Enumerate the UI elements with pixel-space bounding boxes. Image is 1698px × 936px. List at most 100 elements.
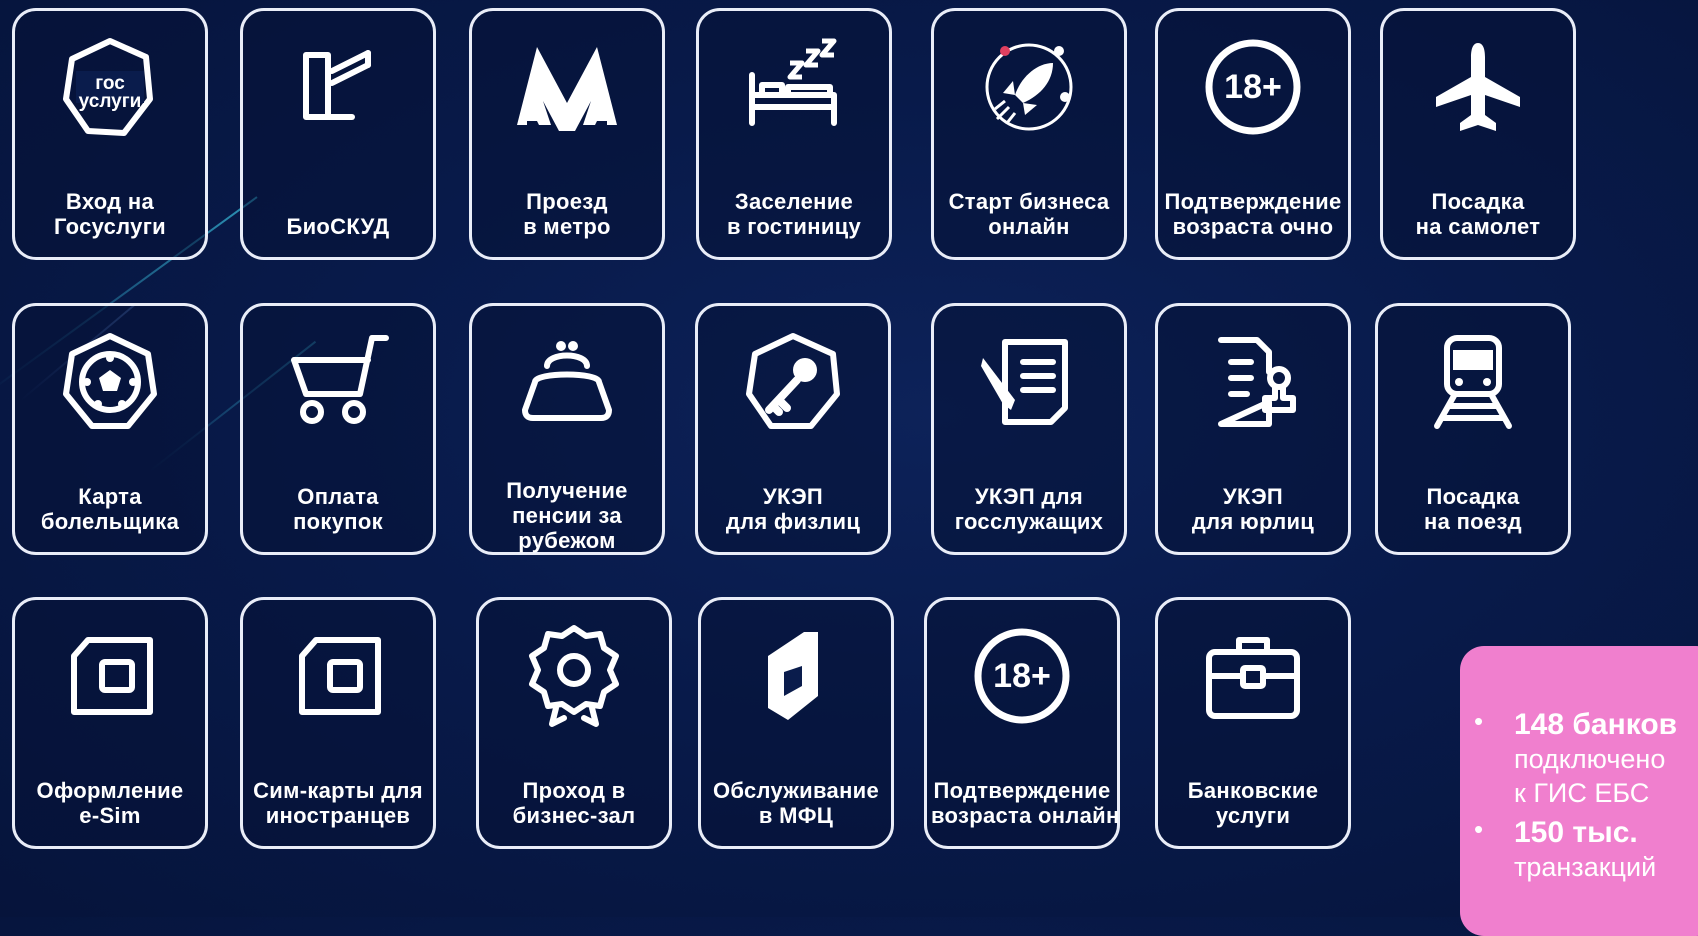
purse-icon — [472, 328, 662, 436]
service-label-line: рубежом — [518, 528, 616, 553]
service-label-line: возраста очно — [1172, 214, 1334, 239]
service-label-line: Карта — [78, 484, 142, 509]
service-tile-purse[interactable]: Получение пенсии за рубежом — [469, 303, 665, 555]
briefcase-icon-graphic — [1206, 637, 1300, 719]
service-label-line: УКЭП для — [974, 484, 1084, 509]
train-icon-graphic — [1434, 335, 1512, 429]
briefcase-icon — [1158, 622, 1348, 730]
service-label: УКЭП для юрлиц — [1162, 484, 1344, 534]
bed-zzz-icon-graphic — [749, 38, 837, 126]
mfc-logo-icon-graphic — [768, 632, 818, 720]
service-label: Подтверждение возраста онлайн — [931, 778, 1119, 828]
service-label: УКЭП для госслужащих — [938, 484, 1120, 534]
stat-caption: подключено — [1514, 744, 1666, 774]
logo-text-line: услуги — [78, 91, 142, 112]
service-tile-sim-card[interactable]: Сим-карты для иностранцев — [240, 597, 436, 849]
service-label-line: болельщика — [40, 509, 180, 534]
service-label: Банковские услуги — [1162, 778, 1344, 828]
mfc-logo-icon — [701, 622, 891, 730]
service-label-line: на самолет — [1415, 214, 1541, 239]
service-label: БиоСКУД — [247, 214, 429, 239]
service-tile-turnstile-barrier[interactable]: БиоСКУД — [240, 8, 436, 260]
service-label-line: для юрлиц — [1191, 509, 1315, 534]
stat-value: 150 тыс. — [1514, 816, 1638, 849]
service-tile-airplane[interactable]: Посадка на самолет — [1380, 8, 1576, 260]
service-label-line: Госуслуги — [54, 214, 166, 239]
bed-zzz-icon — [699, 33, 889, 141]
award-rosette-icon-graphic — [529, 625, 619, 727]
service-label-line: иностранцев — [265, 803, 411, 828]
service-tile-briefcase[interactable]: Банковские услуги — [1155, 597, 1351, 849]
metro-m-icon-graphic — [517, 47, 617, 131]
service-tile-document-pen[interactable]: УКЭП для госслужащих — [931, 303, 1127, 555]
turnstile-barrier-icon — [243, 33, 433, 141]
train-icon — [1378, 328, 1568, 436]
esim-card-icon — [15, 622, 205, 730]
service-label-line: e-Sim — [79, 803, 141, 828]
service-tile-bed-zzz[interactable]: Заселение в гостиницу — [696, 8, 892, 260]
banks-stats-list: 148 банков подключено к ГИС ЕБС 150 тыс.… — [1474, 706, 1678, 890]
service-label: Сим-карты для иностранцев — [247, 778, 429, 828]
service-label-line: Старт бизнеса — [948, 189, 1110, 214]
service-label: Оплата покупок — [247, 484, 429, 534]
service-label-line: Обслуживание — [712, 778, 880, 803]
service-label-line: покупок — [293, 509, 383, 534]
service-tile-document-stamp[interactable]: УКЭП для юрлиц — [1155, 303, 1351, 555]
service-label: Проезд в метро — [476, 189, 658, 239]
service-tile-age-18[interactable]: 18+ Подтверждение возраста онлайн — [924, 597, 1120, 849]
service-label-line: бизнес-зал — [512, 803, 636, 828]
service-tile-rocket[interactable]: Старт бизнеса онлайн — [931, 8, 1127, 260]
service-label-line: Проход в — [522, 778, 626, 803]
award-rosette-icon — [479, 622, 669, 730]
football-badge-icon — [15, 328, 205, 436]
service-label-line: на поезд — [1424, 509, 1522, 534]
stat-caption: транзакций — [1514, 852, 1657, 882]
esim-card-icon-graphic — [71, 637, 153, 715]
service-label-line: УКЭП — [1222, 484, 1284, 509]
service-tile-train[interactable]: Посадка на поезд — [1375, 303, 1571, 555]
service-tile-age-18[interactable]: 18+ Подтверждение возраста очно — [1155, 8, 1351, 260]
key-shield-icon-graphic — [746, 333, 840, 429]
service-tile-metro-m[interactable]: Проезд в метро — [469, 8, 665, 260]
service-label: Обслуживание в МФЦ — [705, 778, 887, 828]
service-label-line: в гостиницу — [726, 214, 862, 239]
service-tile-esim-card[interactable]: Оформление e-Sim — [12, 597, 208, 849]
service-tile-shopping-cart[interactable]: Оплата покупок — [240, 303, 436, 555]
service-label-line: Проезд — [526, 189, 608, 214]
service-label-line: Оформление — [36, 778, 184, 803]
service-label-line: Посадка — [1426, 484, 1520, 509]
shopping-cart-icon-graphic — [291, 335, 389, 424]
service-label-line: онлайн — [988, 214, 1070, 239]
service-tile-award-rosette[interactable]: Проход в бизнес-зал — [476, 597, 672, 849]
service-label: Старт бизнеса онлайн — [938, 189, 1120, 239]
service-label-line: Оплата — [297, 484, 379, 509]
service-label-line: пенсии за — [512, 503, 622, 528]
document-stamp-icon-graphic — [1218, 337, 1296, 427]
service-tile-key-shield[interactable]: УКЭП для физлиц — [695, 303, 891, 555]
service-tile-gosuslugi-logo[interactable]: гос услуги Вход на Госуслуги — [12, 8, 208, 260]
service-label-line: в метро — [523, 214, 611, 239]
service-tile-football-badge[interactable]: Карта болельщика — [12, 303, 208, 555]
stat-banks: 148 банков подключено к ГИС ЕБС — [1474, 706, 1678, 810]
sim-card-icon-graphic — [299, 637, 381, 715]
stat-value: 148 банков — [1514, 708, 1678, 741]
document-stamp-icon — [1158, 328, 1348, 436]
gosuslugi-logo-icon: гос услуги — [15, 33, 205, 141]
age-badge-text: 18+ — [1224, 68, 1282, 106]
service-tile-mfc-logo[interactable]: Обслуживание в МФЦ — [698, 597, 894, 849]
service-label: Заселение в гостиницу — [703, 189, 885, 239]
service-label: УКЭП для физлиц — [702, 484, 884, 534]
document-pen-icon — [934, 328, 1124, 436]
airplane-icon — [1383, 33, 1573, 141]
rocket-icon-graphic — [985, 43, 1073, 131]
metro-m-icon — [472, 33, 662, 141]
service-label-line: Банковские — [1187, 778, 1319, 803]
sim-card-icon — [243, 622, 433, 730]
age-18-icon: 18+ — [927, 622, 1117, 730]
rocket-icon — [934, 33, 1124, 141]
turnstile-barrier-icon-graphic — [303, 50, 371, 120]
service-label-line: Заселение — [734, 189, 854, 214]
service-label-line: Посадка — [1431, 189, 1525, 214]
football-badge-icon-graphic — [63, 333, 157, 429]
service-label: Посадка на самолет — [1387, 189, 1569, 239]
